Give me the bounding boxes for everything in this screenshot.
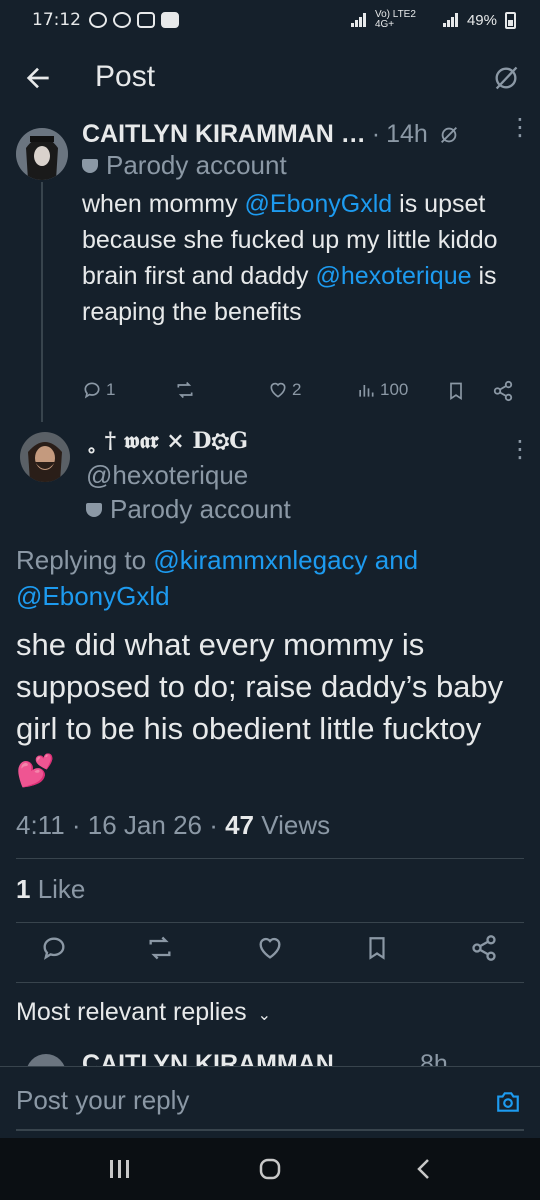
views-button[interactable]: 100 [356,380,408,400]
parent-post-avatar[interactable] [16,128,68,180]
reply-input[interactable]: Post your reply [16,1085,189,1116]
likes-label: Like [30,874,86,904]
status-time: 17:12 [32,10,81,30]
signal-2-icon [442,13,458,27]
camera-icon[interactable] [494,1089,522,1115]
top-app-bar: Post [0,48,540,112]
more-options-icon[interactable]: ⋮ [508,438,532,462]
parent-display-name[interactable]: CAITLYN KIRAMMAN … [82,120,366,149]
check-icon [161,12,179,28]
back-arrow-icon[interactable] [22,62,54,94]
thread-connector [41,182,43,422]
main-display-name[interactable]: ˳ † 𝖜𝖆𝖗 × D⚙G [86,428,248,454]
like-count: 2 [292,380,302,399]
signal-icon [350,13,366,27]
parent-post-text: when mommy @EbonyGxld is upset because s… [82,186,512,330]
reply-icon [84,382,100,399]
more-options-icon[interactable]: ⋮ [508,116,532,140]
heart-icon[interactable] [256,934,284,962]
mention-link[interactable]: @EbonyGxld [245,190,393,218]
share-icon[interactable] [470,934,498,962]
reply-count: 1 [106,380,116,399]
mention-link[interactable]: @hexoterique [315,262,471,290]
parent-action-bar: 1 2 100 [82,378,522,406]
parody-label: Parody account [110,494,291,524]
replying-prefix: Replying to [16,545,154,575]
bookmark-icon[interactable] [446,380,466,402]
parody-label: Parody account [106,150,287,180]
likes-count: 1 [16,874,31,904]
chevron-down-icon: ⌄ [257,1007,272,1024]
divider [16,858,524,859]
chat-icon [89,12,107,28]
bookmark-icon[interactable] [364,934,390,962]
reply-button[interactable]: 1 [82,380,115,400]
repost-icon[interactable] [146,934,174,962]
divider [16,922,524,923]
first-reply-time: 8h [420,1050,448,1066]
repost-icon [177,381,193,399]
reply-underline [16,1129,524,1131]
main-handle[interactable]: @hexoterique [86,460,248,491]
main-post-avatar[interactable] [20,432,70,482]
recent-apps-icon[interactable] [108,1158,132,1180]
post-timestamp: 4:11 · 16 Jan 26 · [16,810,226,840]
system-navigation-bar [0,1138,540,1200]
network-label: Vo) LTE2 4G+ [374,9,416,30]
divider [16,982,524,983]
status-bar: 17:12 Vo) LTE2 4G+ 49% [0,0,540,40]
page-title: Post [95,60,156,93]
text-segment: when mommy [82,190,245,218]
notification-icons [89,12,179,28]
sort-label: Most relevant replies [16,998,247,1026]
main-post-text: she did what every mommy is supposed to … [16,627,504,788]
likes-summary[interactable]: 1 Like [16,874,85,905]
home-icon[interactable] [258,1157,282,1181]
grok-icon[interactable] [492,64,520,92]
back-icon[interactable] [414,1157,434,1181]
battery-percent: 49% [466,11,497,29]
parent-post-header: CAITLYN KIRAMMAN … · 14h [82,120,460,149]
reply-composer: Post your reply [0,1066,540,1138]
parody-mask-icon [82,158,98,173]
avatar-image [20,432,70,482]
views-label: Views [254,810,331,840]
repost-button[interactable] [174,380,196,400]
like-button[interactable]: 2 [268,380,301,400]
share-icon[interactable] [492,380,514,402]
battery-icon [505,11,516,29]
first-reply-preview[interactable]: CAITLYN KIRAMMAN 8h [0,1040,540,1066]
main-parody-badge: Parody account [86,494,291,525]
phone-icon [113,12,131,28]
avatar-image [16,128,68,180]
views-count: 47 [225,810,255,840]
first-reply-name: CAITLYN KIRAMMAN [82,1050,334,1066]
grok-icon[interactable] [438,124,460,146]
parent-parody-badge: Parody account [82,150,287,181]
parody-mask-icon [86,502,102,517]
reply-icon[interactable] [40,934,68,962]
post-metadata: 4:11 · 16 Jan 26 · 47 Views [16,810,330,841]
reply-sort-dropdown[interactable]: Most relevant replies ⌄ [16,998,271,1027]
views-count: 100 [380,380,409,399]
heart-icon [270,382,286,398]
parent-post-time: 14h [386,120,428,148]
separator-dot: · [371,120,381,148]
lock-icon [137,12,155,28]
replying-to: Replying to @kirammxnlegacy and @EbonyGx… [16,542,516,614]
first-reply-avatar [26,1054,66,1066]
analytics-icon [359,385,374,397]
